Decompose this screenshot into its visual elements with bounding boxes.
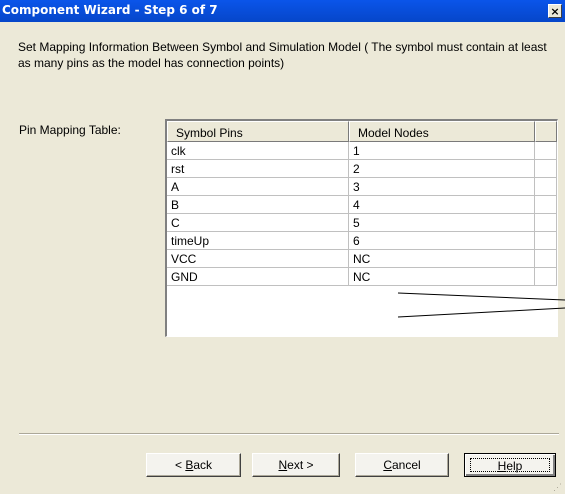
empty-cell bbox=[535, 250, 557, 268]
table-row[interactable]: B4 bbox=[167, 196, 557, 214]
table-row[interactable]: timeUp 6 bbox=[167, 232, 557, 250]
model-node-cell[interactable]: 5 bbox=[349, 214, 535, 232]
table-row[interactable]: GND NC bbox=[167, 268, 557, 286]
symbol-pin-cell[interactable]: timeUp bbox=[167, 232, 349, 250]
component-wizard-dialog: Component Wizard - Step 6 of 7 × Set Map… bbox=[0, 0, 565, 494]
table-row[interactable]: A3 bbox=[167, 178, 557, 196]
column-header-model-nodes[interactable]: Model Nodes bbox=[349, 121, 535, 142]
close-icon[interactable]: × bbox=[548, 4, 562, 18]
model-node-cell[interactable]: NC bbox=[349, 268, 535, 286]
empty-cell bbox=[535, 142, 557, 160]
resize-grip-icon[interactable]: ⋰ bbox=[553, 482, 563, 492]
title-bar[interactable]: Component Wizard - Step 6 of 7 × bbox=[0, 0, 565, 22]
symbol-pin-cell[interactable]: VCC bbox=[167, 250, 349, 268]
column-header-symbol-pins[interactable]: Symbol Pins bbox=[167, 121, 349, 142]
table-header: Symbol Pins Model Nodes bbox=[167, 121, 557, 142]
next-button[interactable]: Next > bbox=[252, 453, 340, 477]
back-button[interactable]: < Back bbox=[146, 453, 241, 477]
symbol-pin-cell[interactable]: B bbox=[167, 196, 349, 214]
empty-cell bbox=[535, 178, 557, 196]
table-row[interactable]: clk 1 bbox=[167, 142, 557, 160]
empty-cell bbox=[535, 268, 557, 286]
empty-cell bbox=[535, 214, 557, 232]
symbol-pin-cell[interactable]: C bbox=[167, 214, 349, 232]
model-node-cell[interactable]: 6 bbox=[349, 232, 535, 250]
cancel-button[interactable]: Cancel bbox=[355, 453, 449, 477]
table-row[interactable]: rst 2 bbox=[167, 160, 557, 178]
symbol-pin-cell[interactable]: rst bbox=[167, 160, 349, 178]
table-row[interactable]: C5 bbox=[167, 214, 557, 232]
symbol-pin-cell[interactable]: clk bbox=[167, 142, 349, 160]
table-row[interactable]: VCC NC bbox=[167, 250, 557, 268]
step-description: Set Mapping Information Between Symbol a… bbox=[18, 40, 547, 70]
pin-mapping-label: Pin Mapping Table: bbox=[19, 123, 121, 137]
model-node-cell[interactable]: 4 bbox=[349, 196, 535, 214]
symbol-pin-cell[interactable]: A bbox=[167, 178, 349, 196]
model-node-cell[interactable]: 2 bbox=[349, 160, 535, 178]
model-node-cell[interactable]: 3 bbox=[349, 178, 535, 196]
symbol-pin-cell[interactable]: GND bbox=[167, 268, 349, 286]
footer-separator bbox=[19, 433, 559, 435]
model-node-cell[interactable]: 1 bbox=[349, 142, 535, 160]
window-title: Component Wizard - Step 6 of 7 bbox=[2, 3, 218, 17]
pin-mapping-table[interactable]: Symbol Pins Model Nodes clk 1 rst 2 A 3 B 4 C 5 ti… bbox=[165, 119, 558, 337]
empty-cell bbox=[535, 232, 557, 250]
empty-cell bbox=[535, 196, 557, 214]
focus-rect: Help bbox=[470, 458, 550, 473]
empty-cell bbox=[535, 160, 557, 178]
help-button[interactable]: Help bbox=[464, 453, 556, 477]
column-header-blank[interactable] bbox=[535, 121, 557, 142]
model-node-cell[interactable]: NC bbox=[349, 250, 535, 268]
